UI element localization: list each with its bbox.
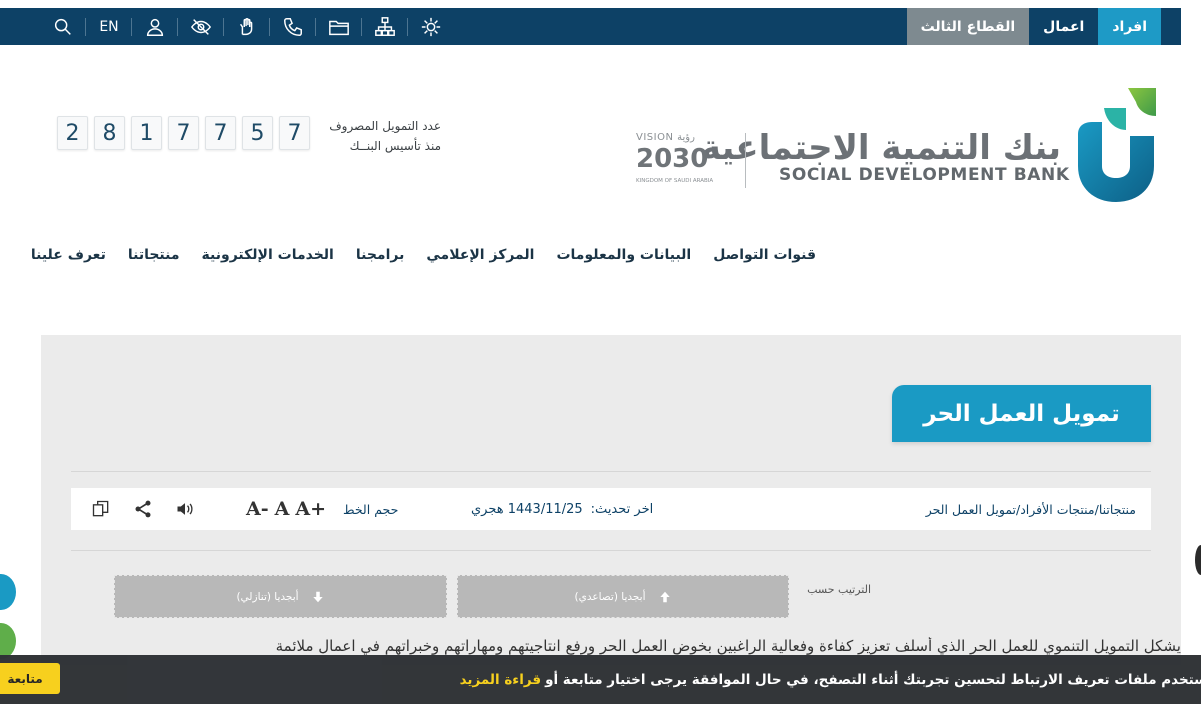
nav-contact-channels[interactable]: قنوات التواصل [713, 247, 816, 263]
font-increase-button[interactable]: A+ [295, 498, 326, 520]
copy-icon[interactable] [91, 499, 111, 519]
eye-slash-icon [190, 18, 212, 35]
font-size-controls: A- A A+ [246, 488, 326, 530]
arrow-up-icon [659, 591, 670, 602]
accessibility-vision-button[interactable] [178, 8, 224, 45]
counter-label-line2: منذ تأسيس البنــك [349, 139, 441, 153]
language-label: EN [99, 18, 119, 35]
sign-language-button[interactable] [224, 8, 270, 45]
sort-descending-label: أبجديا (تنازلي) [236, 590, 299, 603]
cookie-banner: متابعة نستخدم ملفات تعريف الارتباط لتحسي… [0, 655, 1201, 704]
nav-programs[interactable]: برامجنا [356, 247, 405, 263]
last-updated-value: 1443/11/25 هجري [471, 501, 583, 517]
divider [71, 550, 1151, 551]
share-icon[interactable] [133, 499, 153, 519]
government-emblem[interactable] [408, 8, 454, 45]
login-button[interactable] [132, 8, 178, 45]
tab-individuals[interactable]: افراد [1098, 8, 1161, 45]
font-size-label: حجم الخط [343, 501, 399, 517]
folder-icon [329, 20, 349, 35]
top-utility-bar: EN افراد اعمال القطاع الثالث [0, 8, 1181, 45]
bank-name-english: SOCIAL DEVELOPMENT BANK [779, 165, 1070, 185]
page-toolbar: منتجاتنا/منتجات الأفراد/تمويل العمل الحر… [71, 488, 1151, 530]
settings-icon [421, 17, 441, 36]
search-button[interactable] [40, 8, 86, 45]
cookie-text: نستخدم ملفات تعريف الارتباط لتحسين تجربت… [545, 671, 1201, 688]
counter-digit: 7 [279, 116, 310, 150]
audience-tabs: افراد اعمال القطاع الثالث [906, 8, 1161, 45]
files-button[interactable] [316, 8, 362, 45]
sort-ascending-label: أبجديا (تصاعدي) [574, 590, 646, 603]
nav-media-center[interactable]: المركز الإعلامي [426, 247, 534, 263]
breadcrumb[interactable]: منتجاتنا/منتجات الأفراد/تمويل العمل الحر [926, 488, 1136, 530]
main-navigation: تعرف علينا منتجاتنا الخدمات الإلكترونية … [31, 247, 816, 263]
user-icon [146, 18, 164, 36]
bank-name-arabic: بنك التنمية الاجتماعية [700, 128, 1061, 168]
contact-button[interactable] [270, 8, 316, 45]
sitemap-button[interactable] [362, 8, 408, 45]
nav-data-information[interactable]: البيانات والمعلومات [556, 247, 691, 263]
phone-icon [284, 17, 302, 36]
intro-paragraph: يشكل التمويل التنموي للعمل الحر الذي أسل… [275, 637, 1181, 655]
counter-digit: 5 [242, 116, 273, 150]
vision-subtitle: KINGDOM OF SAUDI ARABIA [636, 178, 714, 184]
font-reset-button[interactable]: A [275, 498, 290, 520]
funding-counter: 2 8 1 7 7 5 7 [57, 116, 310, 150]
divider [71, 471, 1151, 472]
bank-logo-icon[interactable] [1076, 86, 1156, 202]
nav-products[interactable]: منتجاتنا [128, 247, 180, 263]
arrow-down-icon [312, 591, 323, 602]
page-title: تمويل العمل الحر [923, 400, 1120, 427]
counter-label: عدد التمويل المصروف منذ تأسيس البنــك [329, 116, 441, 156]
logo-divider [745, 133, 746, 188]
sort-ascending-button[interactable]: أبجديا (تصاعدي) [457, 575, 789, 618]
counter-digit: 7 [168, 116, 199, 150]
sitemap-icon [375, 16, 395, 36]
counter-digit: 2 [57, 116, 88, 150]
last-updated: اخر تحديث: 1443/11/25 هجري [471, 488, 653, 530]
language-toggle[interactable]: EN [86, 8, 132, 45]
counter-digit: 1 [131, 116, 162, 150]
counter-digit: 8 [94, 116, 125, 150]
font-decrease-button[interactable]: A- [246, 498, 269, 520]
side-widget-blue[interactable] [0, 574, 16, 610]
cookie-read-more-link[interactable]: قراءة المزيد [460, 672, 541, 688]
cookie-continue-button[interactable]: متابعة [0, 663, 60, 694]
sign-language-icon [239, 17, 253, 35]
counter-label-line1: عدد التمويل المصروف [329, 119, 441, 133]
top-margin [0, 0, 1201, 8]
vision-2030-logo[interactable]: VISION رؤية 2030 KINGDOM OF SAUDI ARABIA [636, 132, 716, 190]
page-title-banner: تمويل العمل الحر [892, 385, 1151, 442]
nav-eservices[interactable]: الخدمات الإلكترونية [202, 247, 334, 263]
cookie-message: نستخدم ملفات تعريف الارتباط لتحسين تجربت… [460, 655, 1201, 704]
sort-descending-button[interactable]: أبجديا (تنازلي) [114, 575, 447, 618]
sort-label: الترتيب حسب [807, 583, 871, 596]
search-icon [54, 18, 71, 35]
vision-label: VISION رؤية [636, 132, 695, 143]
tab-business[interactable]: اعمال [1029, 8, 1099, 45]
side-widget-right[interactable] [1195, 545, 1201, 575]
speaker-icon[interactable] [175, 499, 195, 519]
last-updated-label: اخر تحديث: [590, 501, 654, 517]
page-tools [91, 488, 195, 530]
side-widget-green[interactable] [0, 623, 16, 659]
nav-about[interactable]: تعرف علينا [31, 247, 106, 263]
counter-digit: 7 [205, 116, 236, 150]
utility-icons: EN [40, 8, 454, 45]
vision-year: 2030 [636, 144, 709, 174]
tab-third-sector[interactable]: القطاع الثالث [906, 8, 1030, 45]
